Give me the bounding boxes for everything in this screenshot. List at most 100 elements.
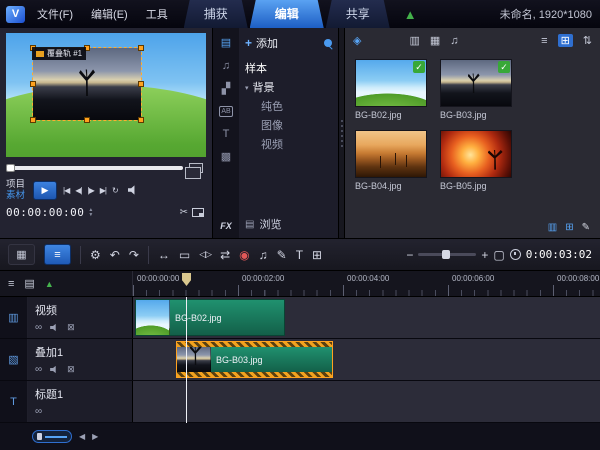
preview-viewport[interactable]: 覆叠轨 #1 — [6, 33, 206, 157]
timeline-zoom-thumb[interactable] — [37, 433, 42, 440]
timeline-view-button[interactable]: ≡ — [44, 244, 71, 265]
enlarge-preview-icon[interactable] — [192, 208, 204, 217]
resize-handle[interactable] — [138, 117, 144, 123]
redo-icon[interactable]: ↷ — [129, 248, 139, 262]
thumbnail-image[interactable] — [440, 130, 512, 178]
tools-icon[interactable]: ⚙ — [90, 248, 101, 262]
fit-project-icon[interactable]: ▢ — [493, 248, 504, 262]
split-screen-template-icon[interactable]: ⊞ — [312, 248, 322, 262]
overlay-selection[interactable]: 覆叠轨 #1 — [30, 45, 144, 123]
track-media-icon[interactable]: ▤ — [24, 277, 34, 290]
ripple-link-icon[interactable]: ∞ — [35, 322, 42, 333]
thumbnail-image[interactable]: ✓ — [355, 59, 427, 107]
edit-panel-icon[interactable]: ✎ — [582, 222, 590, 233]
track-manager-icon[interactable]: ≡ — [8, 278, 14, 290]
zoom-slider-thumb[interactable] — [442, 250, 451, 259]
thumbnail-image[interactable]: ✓ — [440, 59, 512, 107]
ripple-link-icon[interactable]: ∞ — [35, 406, 42, 417]
add-icon[interactable]: + — [245, 36, 252, 50]
add-folder-label[interactable]: 添加 — [256, 35, 278, 51]
resize-handle[interactable] — [84, 117, 90, 123]
library-panel-icon[interactable]: ▥ — [548, 222, 557, 233]
menu-tools[interactable]: 工具 — [146, 6, 168, 22]
tree-item-solid-color[interactable]: 纯色 — [245, 98, 332, 117]
title-track-header[interactable]: 标题1 ∞ — [28, 381, 133, 422]
storyboard-view-button[interactable]: ▦ — [8, 244, 35, 265]
category-transition-icon[interactable]: ▞ — [222, 83, 230, 95]
overlay-track-icon[interactable]: ▧ — [0, 339, 28, 380]
sort-icon[interactable]: ⇅ — [583, 34, 592, 47]
clock-icon[interactable] — [509, 249, 521, 260]
dual-view-icon[interactable] — [185, 163, 203, 179]
tree-item-samples[interactable]: 样本 — [245, 60, 332, 79]
video-track-lane[interactable]: BG-B02.jpg — [133, 297, 600, 338]
ripple-link-icon[interactable]: ∞ — [35, 364, 42, 375]
timeline-ruler[interactable]: 00:00:00:00 00:00:02:00 00:00:04:00 00:0… — [133, 271, 600, 296]
subtitle-editor-icon[interactable]: T — [296, 248, 303, 262]
filter-photo-icon[interactable]: ▦ — [430, 34, 440, 47]
tab-edit[interactable]: 编辑 — [250, 0, 324, 28]
filter-video-icon[interactable]: ▥ — [409, 34, 419, 47]
options-panel-icon[interactable]: ⊞ — [565, 222, 573, 233]
gallery-item[interactable]: BG-B05.jpg — [440, 130, 512, 191]
overlay-track-lane[interactable]: BG-B03.jpg — [133, 339, 600, 380]
category-overlay-icon[interactable]: ▩ — [221, 151, 231, 163]
track-mute-icon[interactable] — [50, 365, 56, 374]
swap-tracks-icon[interactable]: ⇄ — [220, 248, 230, 262]
undo-icon[interactable]: ↶ — [110, 248, 120, 262]
tab-capture[interactable]: 捕获 — [184, 0, 248, 28]
overlay-track-header[interactable]: 叠加1 ∞ ⊠ — [28, 339, 133, 380]
timeline-zoom-widget[interactable] — [32, 430, 72, 443]
resize-handle[interactable] — [138, 45, 144, 51]
category-audio-icon[interactable]: ♫ — [222, 60, 230, 72]
menu-file[interactable]: 文件(F) — [37, 6, 73, 22]
spin-down-icon[interactable]: ▼ — [88, 212, 93, 218]
next-frame-button[interactable]: |▶ — [87, 186, 94, 195]
menu-edit[interactable]: 编辑(E) — [91, 6, 128, 22]
track-mute-icon[interactable] — [50, 323, 56, 332]
thumbnail-image[interactable] — [355, 130, 427, 178]
tree-item-image[interactable]: 图像 — [245, 117, 332, 136]
play-button[interactable]: ▶ — [33, 180, 58, 200]
gallery-item[interactable]: ✓ BG-B03.jpg — [440, 59, 512, 120]
tree-item-background[interactable]: ▾ 背景 — [245, 79, 332, 98]
mode-clip[interactable]: 素材 — [6, 190, 25, 201]
export-arrow-icon[interactable]: ▲ — [404, 7, 417, 22]
video-track-header[interactable]: 视频 ∞ ⊠ — [28, 297, 133, 338]
gallery-item[interactable]: ✓ BG-B02.jpg — [355, 59, 427, 120]
resize-handle[interactable] — [30, 81, 36, 87]
zoom-slider[interactable] — [418, 250, 477, 259]
track-exclude-icon[interactable]: ⊠ — [67, 364, 75, 375]
crop-icon[interactable]: ▭ — [179, 248, 190, 262]
smart-gallery-icon[interactable]: ◈ — [353, 34, 361, 47]
add-track-icon[interactable]: ▲ — [45, 279, 54, 289]
scrubber-thumb[interactable] — [6, 164, 15, 172]
grid-view-icon[interactable]: ⊞ — [557, 34, 573, 47]
record-capture-icon[interactable]: ◉ — [239, 248, 249, 262]
list-view-icon[interactable]: ≡ — [541, 35, 547, 47]
repeat-button[interactable]: ↻ — [112, 186, 119, 195]
tab-share[interactable]: 共享 — [326, 0, 390, 28]
painting-creator-icon[interactable]: ✎ — [277, 248, 287, 262]
prev-frame-button[interactable]: ◀| — [75, 186, 82, 195]
title-track-icon[interactable]: T — [0, 381, 28, 422]
preview-timecode[interactable]: 00:00:00:00 — [6, 206, 84, 219]
timeline-clip-overlay-selected[interactable]: BG-B03.jpg — [176, 341, 333, 378]
trim-icon[interactable]: ↔ — [158, 248, 170, 262]
browse-button[interactable]: ▤ 浏览 — [245, 216, 332, 232]
category-title-icon[interactable]: AB — [219, 106, 233, 117]
track-exclude-icon[interactable]: ⊠ — [67, 322, 75, 333]
tree-item-video[interactable]: 视频 — [245, 136, 332, 155]
go-end-button[interactable]: ▶| — [100, 186, 107, 195]
expand-icon[interactable]: ▾ — [245, 79, 249, 98]
scroll-right-icon[interactable]: ▶ — [92, 432, 98, 441]
resize-handle[interactable] — [138, 81, 144, 87]
preview-scrubber[interactable] — [6, 164, 183, 172]
category-fx-icon[interactable]: FX — [220, 220, 232, 232]
timeline-clip-video[interactable]: BG-B02.jpg — [135, 299, 285, 336]
timecode-spinner[interactable]: ▲ ▼ — [88, 208, 93, 217]
filter-audio-icon[interactable]: ♫ — [450, 35, 458, 47]
zoom-in-icon[interactable]: + — [481, 248, 488, 262]
pin-icon[interactable] — [324, 39, 332, 47]
video-track-icon[interactable]: ▥ — [0, 297, 28, 338]
